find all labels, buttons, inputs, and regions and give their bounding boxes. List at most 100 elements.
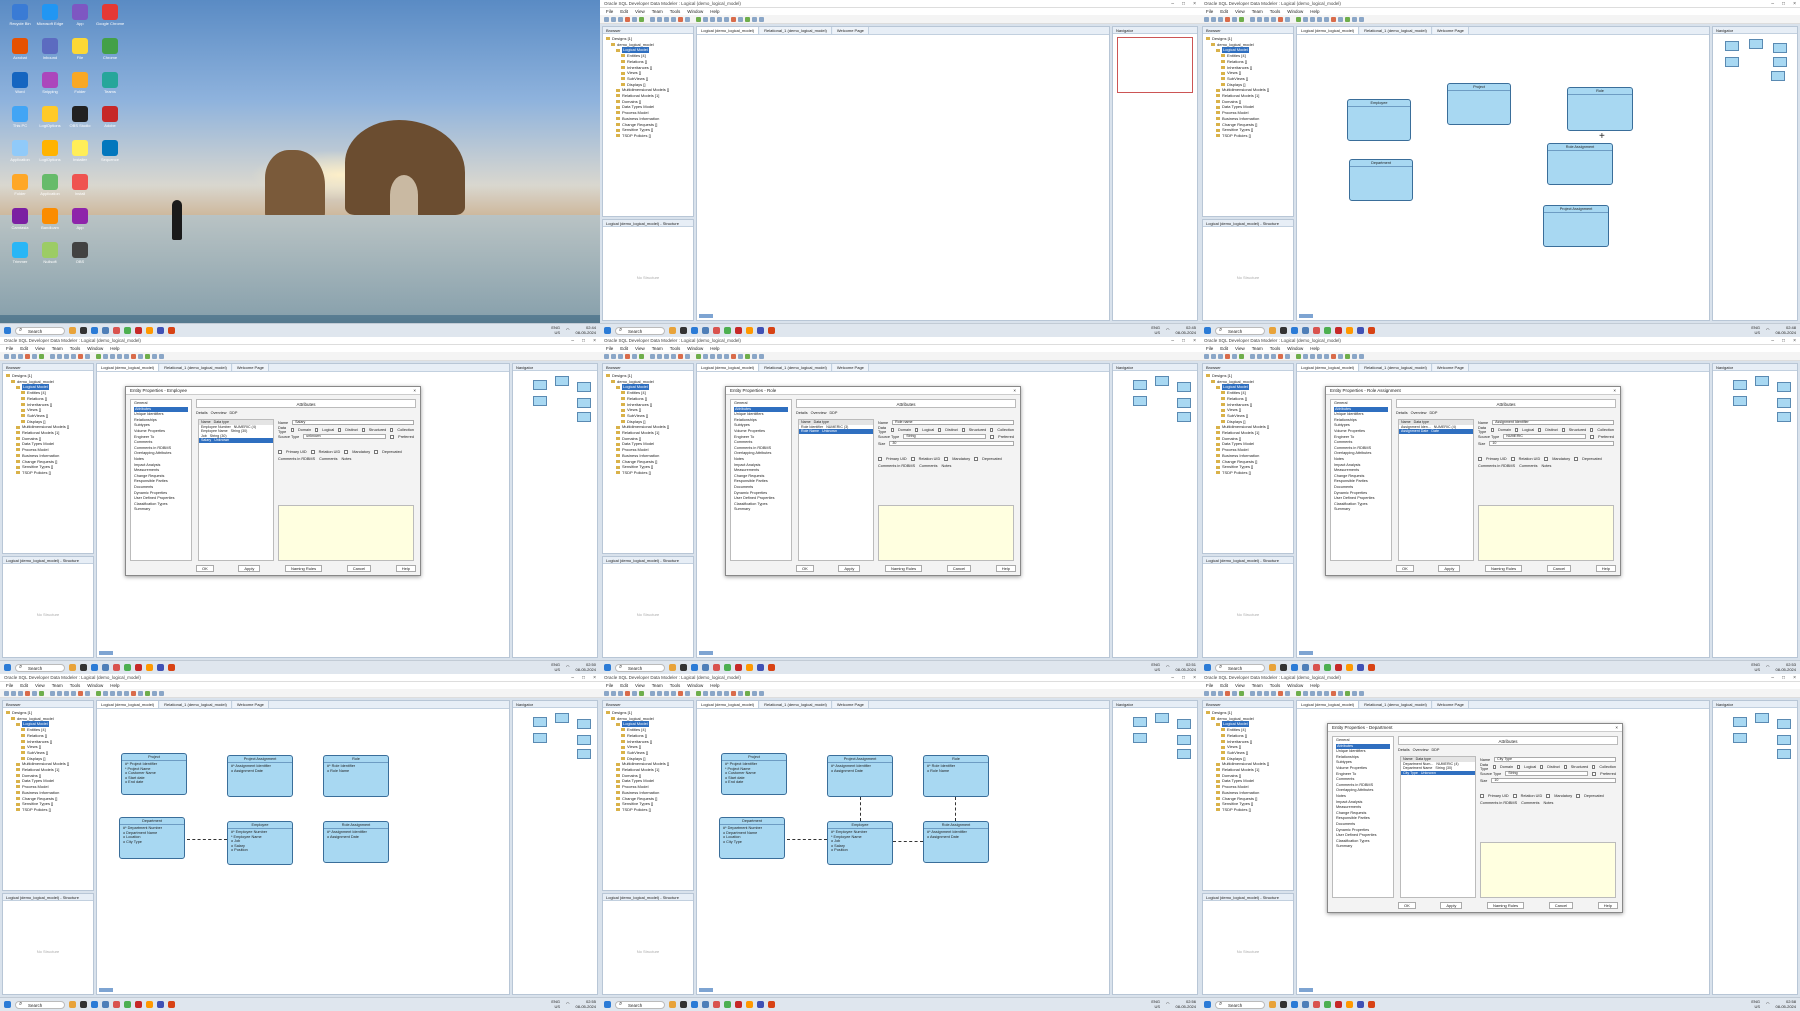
maximize-icon[interactable]: □ xyxy=(1782,338,1785,344)
toolbar-button[interactable] xyxy=(64,353,69,359)
minimize-icon[interactable]: – xyxy=(1171,1,1174,7)
desktop-shortcut-icon[interactable]: Application xyxy=(6,140,34,168)
toolbar-button[interactable] xyxy=(671,353,676,359)
radio-structured[interactable] xyxy=(1563,764,1567,769)
dialog-button[interactable]: Apply xyxy=(1438,565,1461,572)
toolbar-button[interactable] xyxy=(1271,16,1276,22)
horizontal-scrollbar[interactable] xyxy=(699,314,713,318)
taskbar-app-icon[interactable] xyxy=(80,327,87,334)
toolbar-button[interactable] xyxy=(124,690,129,696)
close-icon[interactable]: × xyxy=(1013,388,1016,393)
comment-tab[interactable]: Comments xyxy=(1521,801,1539,805)
taskbar-app-icon[interactable] xyxy=(702,1001,709,1008)
taskbar-app-icon[interactable] xyxy=(1269,327,1276,334)
wifi-icon[interactable]: ◠ xyxy=(566,665,570,670)
toolbar-button[interactable] xyxy=(1250,16,1255,22)
desktop-shortcut-icon[interactable]: Teams xyxy=(96,72,124,100)
taskbar-app-icon[interactable] xyxy=(757,1001,764,1008)
desktop-shortcut-icon[interactable]: File xyxy=(66,38,94,66)
wifi-icon[interactable]: ◠ xyxy=(1766,1002,1770,1007)
toolbar-button[interactable] xyxy=(1331,16,1336,22)
toolbar-button[interactable] xyxy=(131,690,136,696)
horizontal-scrollbar[interactable] xyxy=(99,651,113,655)
taskbar-search-input[interactable]: Search xyxy=(1215,663,1265,672)
toolbar-button[interactable] xyxy=(625,16,630,22)
comments-textarea[interactable] xyxy=(278,505,414,561)
clock[interactable]: 02:55 08-05-2024 xyxy=(576,999,596,1009)
dialog-button[interactable]: Help xyxy=(995,565,1016,572)
desktop-shortcut-icon[interactable]: OBS Studio xyxy=(66,106,94,134)
menu-item[interactable]: Help xyxy=(710,9,719,14)
entity-project[interactable]: Project xyxy=(1447,83,1511,125)
toolbar-button[interactable] xyxy=(110,690,115,696)
toolbar-button[interactable] xyxy=(1225,353,1230,359)
desktop-shortcut-icon[interactable]: Installer xyxy=(66,140,94,168)
maximize-icon[interactable]: □ xyxy=(582,675,585,681)
taskbar-app-icon[interactable] xyxy=(669,664,676,671)
editor-tab[interactable]: Logical (demo_logical_model) xyxy=(1297,701,1360,708)
menu-item[interactable]: Help xyxy=(110,346,119,351)
close-icon[interactable]: × xyxy=(1613,388,1616,393)
desktop-shortcut-icon[interactable]: Sequence xyxy=(96,140,124,168)
taskbar-app-icon[interactable] xyxy=(102,1001,109,1008)
toolbar-button[interactable] xyxy=(1324,16,1329,22)
dialog-button[interactable]: Apply xyxy=(838,565,861,572)
close-icon[interactable]: × xyxy=(1793,338,1796,344)
comment-tab[interactable]: Comments in RDBMS xyxy=(878,464,915,468)
entity-department[interactable]: Department #* Department Number o Departme… xyxy=(119,817,185,859)
clock[interactable]: 02:53 08-05-2024 xyxy=(1776,662,1796,672)
toolbar-button[interactable] xyxy=(39,353,44,359)
menu-item[interactable]: Help xyxy=(1310,683,1319,688)
checkbox-relation-uid[interactable] xyxy=(1512,793,1517,798)
entity-department[interactable]: Department #* Department Number o Departme… xyxy=(719,817,785,859)
toolbar-button[interactable] xyxy=(11,353,16,359)
toolbar-button[interactable] xyxy=(618,353,623,359)
editor-tab[interactable]: Welcome Page xyxy=(832,27,869,34)
menu-item[interactable]: Help xyxy=(710,346,719,351)
editor-tab[interactable]: Logical (demo_logical_model) xyxy=(1297,364,1360,371)
taskbar-app-icon[interactable] xyxy=(746,664,753,671)
minimize-icon[interactable]: – xyxy=(571,338,574,344)
taskbar-search-input[interactable]: Search xyxy=(15,663,65,672)
toolbar-button[interactable] xyxy=(145,690,150,696)
toolbar-button[interactable] xyxy=(650,690,655,696)
toolbar-button[interactable] xyxy=(650,353,655,359)
menu-item[interactable]: Team xyxy=(1252,346,1263,351)
editor-tab[interactable]: Logical (demo_logical_model) xyxy=(697,364,760,371)
toolbar-button[interactable] xyxy=(138,690,143,696)
taskbar-app-icon[interactable] xyxy=(691,327,698,334)
language-indicator[interactable]: ENG US xyxy=(551,325,560,335)
source-type-select[interactable]: NUMERIC xyxy=(1503,434,1587,439)
taskbar-app-icon[interactable] xyxy=(91,664,98,671)
comment-tab[interactable]: Comments in RDBMS xyxy=(1480,801,1517,805)
toolbar-button[interactable] xyxy=(1218,16,1223,22)
radio-collection[interactable] xyxy=(1590,427,1594,432)
menu-item[interactable]: Edit xyxy=(1220,683,1228,688)
dialog-subtab[interactable]: DDP xyxy=(1429,411,1437,415)
editor-tab[interactable]: Relational_1 (demo_logical_model) xyxy=(760,701,832,708)
desktop-shortcut-icon[interactable]: Word xyxy=(6,72,34,100)
tree-item[interactable]: TSDP Policies [] xyxy=(1206,470,1290,476)
toolbar-button[interactable] xyxy=(1264,690,1269,696)
source-type-select[interactable]: String xyxy=(1505,771,1589,776)
menu-item[interactable]: Edit xyxy=(620,346,628,351)
toolbar-button[interactable] xyxy=(611,690,616,696)
taskbar-app-icon[interactable] xyxy=(157,327,164,334)
toolbar-button[interactable] xyxy=(1218,690,1223,696)
toolbar-button[interactable] xyxy=(1310,353,1315,359)
minimize-icon[interactable]: – xyxy=(1171,338,1174,344)
toolbar-button[interactable] xyxy=(131,353,136,359)
toolbar-button[interactable] xyxy=(639,690,644,696)
toolbar-button[interactable] xyxy=(124,353,129,359)
taskbar-app-icon[interactable] xyxy=(1324,664,1331,671)
taskbar-app-icon[interactable] xyxy=(1357,327,1364,334)
dialog-section-item[interactable]: Summary xyxy=(1334,507,1388,513)
desktop-shortcut-icon[interactable]: App xyxy=(66,208,94,236)
menu-item[interactable]: Edit xyxy=(620,683,628,688)
comment-tab[interactable]: Notes xyxy=(342,457,352,461)
toolbar-button[interactable] xyxy=(152,353,157,359)
toolbar-button[interactable] xyxy=(1250,690,1255,696)
wifi-icon[interactable]: ◠ xyxy=(1166,328,1170,333)
dialog-section-item[interactable]: Summary xyxy=(1336,844,1390,850)
taskbar-search-input[interactable]: Search xyxy=(615,1000,665,1009)
